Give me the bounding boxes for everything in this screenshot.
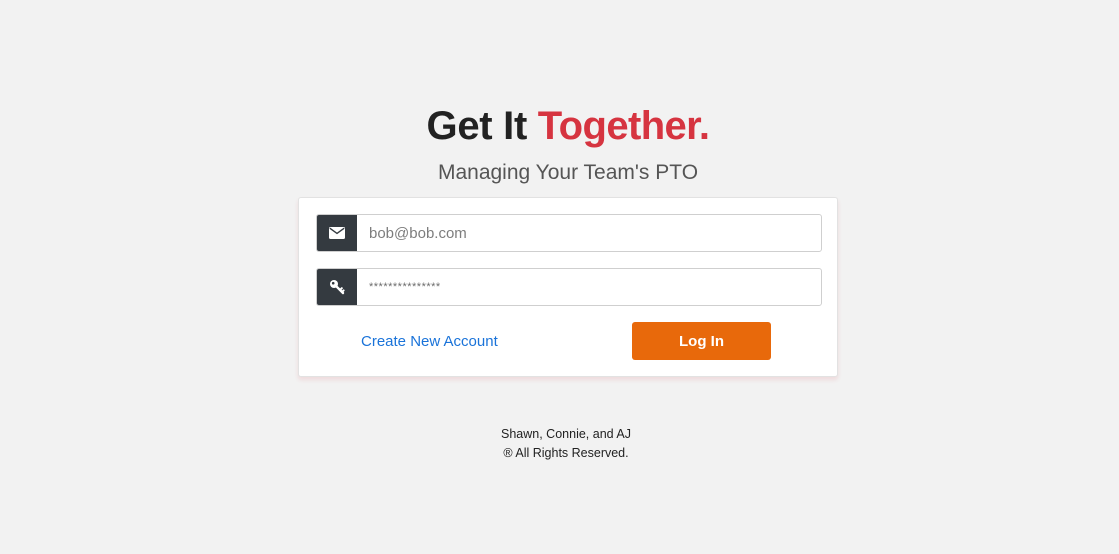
- title-plain: Get It: [426, 104, 538, 148]
- password-input[interactable]: [357, 269, 821, 305]
- email-field-group: [316, 214, 822, 252]
- login-card: Create New Account Log In: [298, 197, 838, 377]
- login-page: Get It Together. Managing Your Team's PT…: [0, 0, 1119, 554]
- key-icon: [317, 269, 357, 305]
- footer-credits: Shawn, Connie, and AJ: [501, 427, 631, 441]
- envelope-icon: [317, 215, 357, 251]
- page-subtitle: Managing Your Team's PTO: [437, 161, 699, 184]
- password-field-group: [316, 268, 822, 306]
- title-accent: Together.: [537, 104, 710, 148]
- create-account-link[interactable]: Create New Account: [361, 332, 498, 352]
- email-input[interactable]: [357, 215, 821, 251]
- login-button[interactable]: Log In: [632, 322, 771, 360]
- footer: Shawn, Connie, and AJ ® All Rights Reser…: [0, 425, 1119, 463]
- page-title: Get It Together.: [0, 100, 1119, 152]
- footer-copyright: ® All Rights Reserved.: [503, 446, 629, 460]
